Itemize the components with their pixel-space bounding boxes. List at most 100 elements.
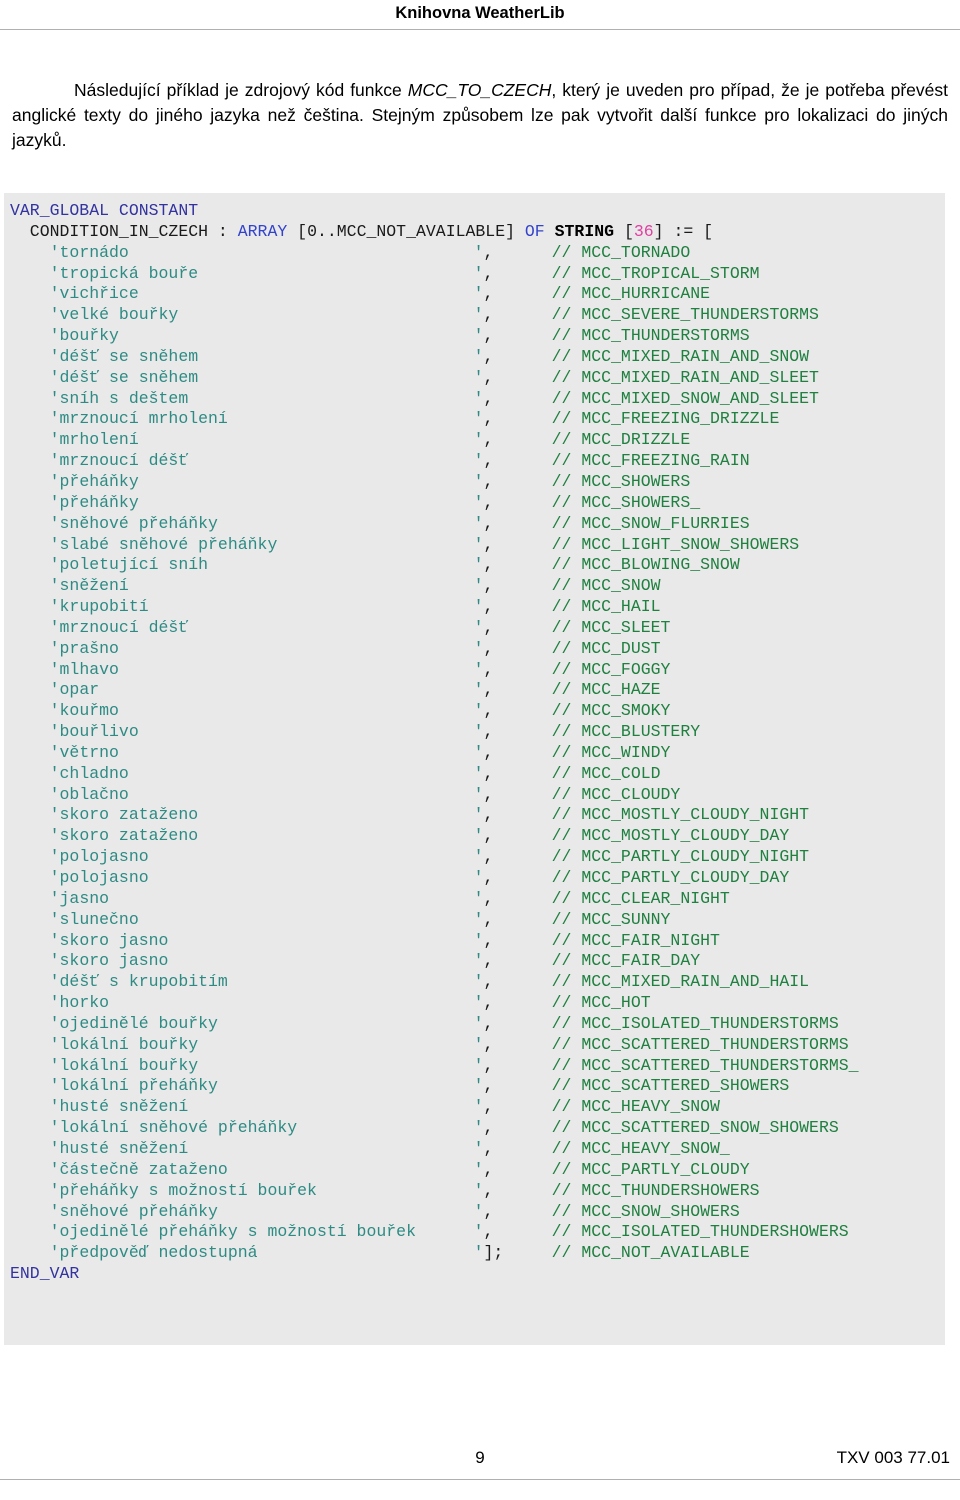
constant-comment: // MCC_LIGHT_SNOW_SHOWERS (551, 534, 800, 554)
intro-text-before: Následující příklad je zdrojový kód funk… (74, 79, 408, 100)
closing-quote: ' (473, 993, 484, 1013)
list-separator: , (483, 701, 494, 721)
list-separator: , (483, 326, 494, 346)
document-code: TXV 003 77.01 (836, 1448, 950, 1467)
code-line-array-item: 'slabé sněhové přeháňky ',// MCC_LIGHT_SN… (4, 535, 945, 556)
constant-comment: // MCC_BLOWING_SNOW (551, 555, 740, 575)
constant-comment: // MCC_SCATTERED_THUNDERSTORMS (551, 1034, 849, 1054)
constant-comment: // MCC_DRIZZLE (551, 430, 691, 450)
string-terminator: ', (474, 722, 552, 743)
czech-string-literal: 'skoro jasno (49, 930, 169, 950)
list-separator: , (483, 1180, 494, 1200)
list-separator: , (483, 305, 494, 325)
closing-quote: ' (473, 659, 484, 679)
constant-comment: // MCC_TROPICAL_STORM (551, 263, 760, 283)
code-line-array-item: 'větrno ',// MCC_WINDY (4, 743, 945, 764)
closing-quote: ' (473, 847, 484, 867)
constant-comment: // MCC_BLUSTERY (551, 722, 701, 742)
list-separator: , (483, 597, 494, 617)
list-separator: , (483, 784, 494, 804)
string-terminator: ', (474, 1076, 552, 1097)
list-separator: , (483, 1097, 494, 1117)
code-line-array-item: 'sněhové přeháňky ',// MCC_SNOW_FLURRIES (4, 514, 945, 535)
czech-string-literal: 'předpověď nedostupná (49, 1243, 258, 1263)
closing-quote: ' (473, 430, 484, 450)
code-line-array-item: 'lokální sněhové přeháňky ',// MCC_SCATTE… (4, 1118, 945, 1139)
czech-string-literal: 'lokální bouřky (49, 1034, 199, 1054)
czech-string-literal: 'bouřlivo (49, 722, 139, 742)
code-line-array-item: 'skoro jasno ',// MCC_FAIR_DAY (4, 951, 945, 972)
closing-quote: ' (473, 909, 484, 929)
intro-function-name: MCC_TO_CZECH (407, 79, 552, 100)
string-terminator: ', (474, 1014, 552, 1035)
list-separator: , (483, 617, 494, 637)
code-token: [ (614, 221, 634, 241)
list-separator: , (483, 576, 494, 596)
closing-quote: ' (473, 701, 484, 721)
code-token: 36 (633, 221, 654, 241)
czech-string-literal: 'mlhavo (49, 659, 119, 679)
string-terminator: ', (474, 1118, 552, 1139)
list-separator: , (483, 680, 494, 700)
constant-comment: // MCC_TORNADO (551, 242, 691, 262)
closing-quote: ' (473, 242, 484, 262)
constant-comment: // MCC_SHOWERS_ (551, 492, 701, 512)
constant-comment: // MCC_FREEZING_DRIZZLE (551, 409, 780, 429)
list-separator: , (483, 972, 494, 992)
string-terminator: ', (474, 1181, 552, 1202)
code-line-array-item: 'skoro zataženo ',// MCC_MOSTLY_CLOUDY_DA… (4, 826, 945, 847)
closing-quote: ' (473, 742, 484, 762)
constant-comment: // MCC_SLEET (551, 617, 671, 637)
string-terminator: ', (474, 514, 552, 535)
code-line-header-1: CONDITION_IN_CZECH : ARRAY [0..MCC_NOT_A… (4, 222, 945, 243)
code-token: END_VAR (10, 1264, 80, 1284)
string-terminator: ', (474, 389, 552, 410)
string-terminator: ', (474, 1139, 552, 1160)
czech-string-literal: 'skoro zataženo (49, 826, 199, 846)
constant-comment: // MCC_PARTLY_CLOUDY (551, 1159, 750, 1179)
czech-string-literal: 'déšť se sněhem (49, 367, 199, 387)
string-terminator: ', (474, 847, 552, 868)
code-line-array-item: 'déšť se sněhem ',// MCC_MIXED_RAIN_AND_S… (4, 347, 945, 368)
page-number: 9 (475, 1448, 485, 1467)
string-terminator: ', (474, 701, 552, 722)
code-line-array-item: 'skoro zataženo ',// MCC_MOSTLY_CLOUDY_NI… (4, 805, 945, 826)
czech-string-literal: 'déšť se sněhem (49, 346, 199, 366)
string-terminator: ', (474, 472, 552, 493)
list-separator: , (483, 909, 494, 929)
string-terminator: ', (474, 910, 552, 931)
czech-string-literal: 'přeháňky (49, 492, 139, 512)
closing-quote: ' (473, 826, 484, 846)
code-line-header-0: VAR_GLOBAL CONSTANT (4, 201, 945, 222)
closing-quote: ' (473, 680, 484, 700)
list-separator: , (483, 888, 494, 908)
closing-quote: ' (473, 1097, 484, 1117)
closing-quote: ' (473, 1201, 484, 1221)
czech-string-literal: 'ojedinělé bouřky (49, 1013, 218, 1033)
string-terminator: ', (474, 680, 552, 701)
closing-quote: ' (473, 555, 484, 575)
closing-quote: ' (473, 367, 484, 387)
constant-comment: // MCC_SCATTERED_SNOW_SHOWERS (551, 1118, 839, 1138)
closing-quote: ' (473, 722, 484, 742)
closing-quote: ' (473, 513, 484, 533)
czech-string-literal: 'slabé sněhové přeháňky (49, 534, 278, 554)
closing-quote: ' (473, 451, 484, 471)
list-separator: , (483, 805, 494, 825)
closing-quote: ' (473, 784, 484, 804)
czech-string-literal: 'polojasno (49, 847, 149, 867)
